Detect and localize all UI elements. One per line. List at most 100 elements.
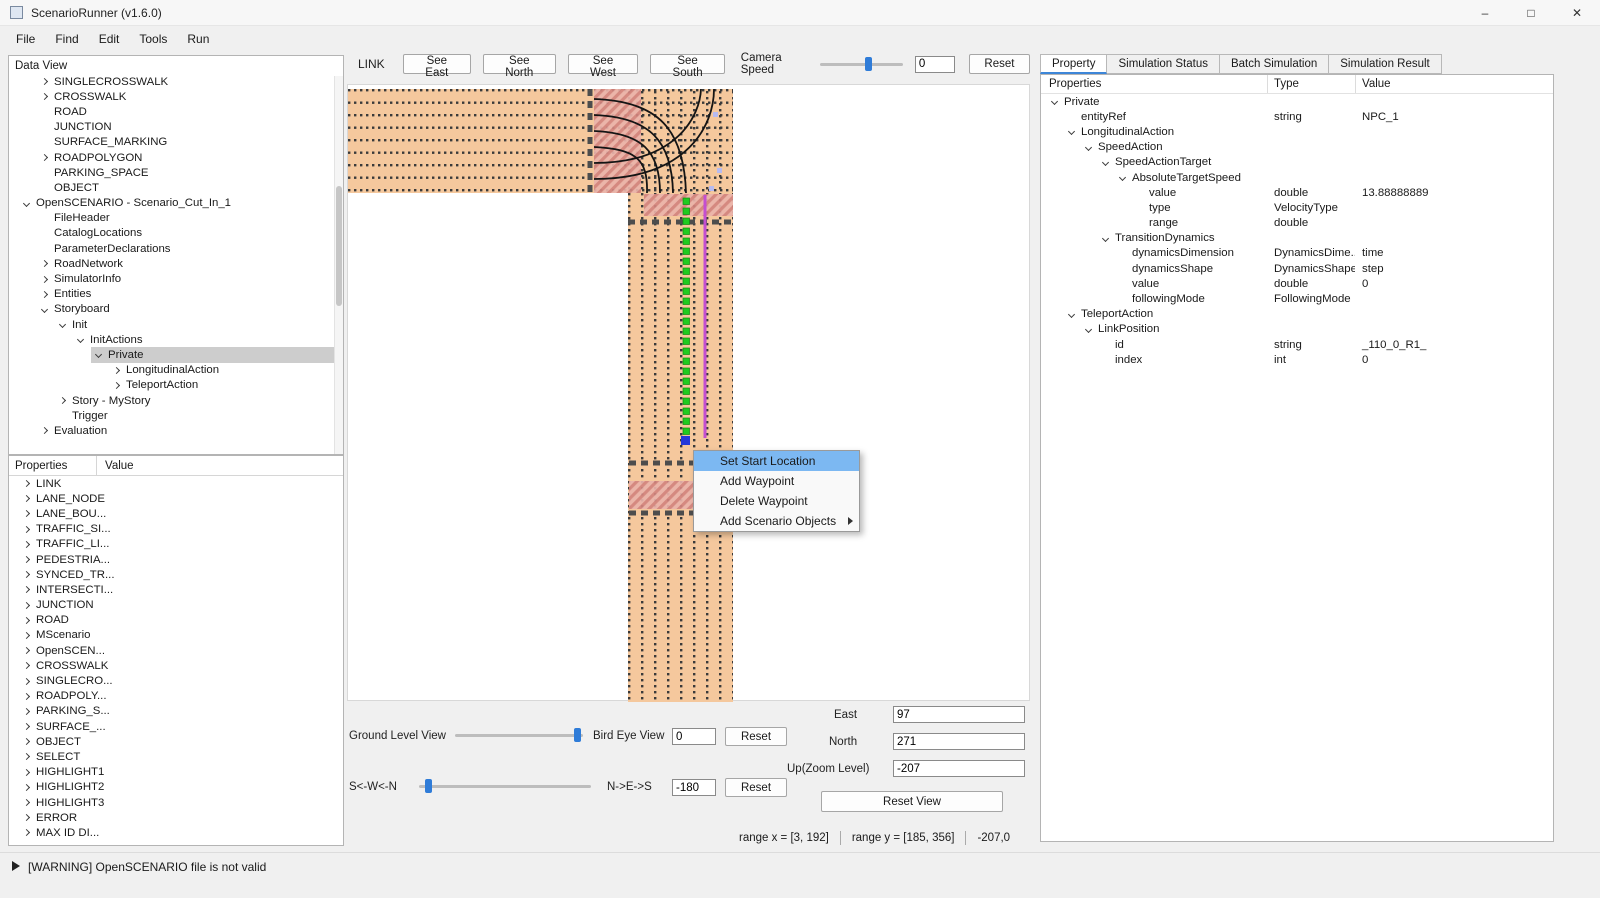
route-waypoint[interactable]	[683, 208, 690, 215]
data-view-item[interactable]: OBJECT	[9, 180, 343, 195]
left-property-item[interactable]: INTERSECTI...	[9, 582, 343, 597]
zoom-level-input[interactable]	[893, 760, 1025, 777]
route-waypoint[interactable]	[683, 358, 690, 365]
collapse-icon[interactable]	[55, 322, 70, 327]
route-waypoint[interactable]	[683, 418, 690, 425]
expand-icon[interactable]	[19, 663, 34, 668]
expand-icon[interactable]	[37, 261, 52, 266]
data-view-item[interactable]: Evaluation	[9, 423, 343, 438]
data-view-item[interactable]: PARKING_SPACE	[9, 165, 343, 180]
menu-item-file[interactable]: File	[6, 28, 45, 50]
data-view-item[interactable]: FileHeader	[9, 211, 343, 226]
data-view-item[interactable]: Private	[9, 347, 343, 362]
expand-icon[interactable]	[19, 770, 34, 775]
north-input[interactable]	[893, 733, 1025, 750]
scrollbar-thumb[interactable]	[336, 186, 342, 306]
left-property-item[interactable]: HIGHLIGHT3	[9, 795, 343, 810]
data-view-item[interactable]: Storyboard	[9, 302, 343, 317]
left-property-item[interactable]: ERROR	[9, 810, 343, 825]
see-north-button[interactable]: See North	[483, 54, 556, 74]
route-waypoint[interactable]	[683, 258, 690, 265]
expand-icon[interactable]	[19, 618, 34, 623]
maximize-button[interactable]: □	[1508, 0, 1554, 25]
bird-eye-reset-button[interactable]: Reset	[725, 727, 787, 746]
data-view-item[interactable]: LongitudinalAction	[9, 363, 343, 378]
collapse-icon[interactable]	[1081, 145, 1096, 150]
property-row[interactable]: indexint0	[1041, 352, 1553, 367]
left-property-item[interactable]: LANE_NODE	[9, 491, 343, 506]
left-property-item[interactable]: LINK	[9, 476, 343, 491]
left-property-item[interactable]: OBJECT	[9, 734, 343, 749]
left-property-item[interactable]: HIGHLIGHT1	[9, 765, 343, 780]
route-waypoint[interactable]	[683, 338, 690, 345]
route-waypoint[interactable]	[683, 218, 690, 225]
expand-icon[interactable]	[19, 587, 34, 592]
property-row[interactable]: typeVelocityType	[1041, 200, 1553, 215]
left-property-item[interactable]: SYNCED_TR...	[9, 567, 343, 582]
left-property-item[interactable]: HIGHLIGHT2	[9, 780, 343, 795]
route-waypoint[interactable]	[683, 328, 690, 335]
expand-icon[interactable]	[37, 428, 52, 433]
expand-icon[interactable]	[19, 815, 34, 820]
slider-handle[interactable]	[865, 57, 872, 71]
expand-icon[interactable]	[19, 830, 34, 835]
route-waypoint[interactable]	[683, 198, 690, 205]
route-waypoint[interactable]	[683, 408, 690, 415]
menu-item-run[interactable]: Run	[177, 28, 219, 50]
collapse-icon[interactable]	[1064, 129, 1079, 134]
left-property-item[interactable]: JUNCTION	[9, 598, 343, 613]
data-view-item[interactable]: ParameterDeclarations	[9, 241, 343, 256]
minimize-button[interactable]: –	[1462, 0, 1508, 25]
route-waypoint[interactable]	[683, 278, 690, 285]
expand-icon[interactable]	[19, 694, 34, 699]
collapse-icon[interactable]	[19, 201, 34, 206]
property-row[interactable]: AbsoluteTargetSpeed	[1041, 170, 1553, 185]
route-waypoint[interactable]	[683, 298, 690, 305]
property-row[interactable]: Private	[1041, 94, 1553, 109]
route-start-marker[interactable]	[681, 436, 690, 445]
property-row[interactable]: rangedouble	[1041, 216, 1553, 231]
route-waypoint[interactable]	[683, 268, 690, 275]
expand-icon[interactable]	[19, 679, 34, 684]
collapse-icon[interactable]	[1047, 99, 1062, 104]
property-row[interactable]: idstring_110_0_R1_	[1041, 337, 1553, 352]
rotation-input[interactable]	[672, 779, 716, 796]
expand-icon[interactable]	[19, 709, 34, 714]
menu-item-tools[interactable]: Tools	[129, 28, 177, 50]
property-row[interactable]: followingModeFollowingMode	[1041, 291, 1553, 306]
expand-icon[interactable]	[19, 481, 34, 486]
tab-simulation-status[interactable]: Simulation Status	[1107, 54, 1220, 74]
expand-icon[interactable]	[19, 542, 34, 547]
expand-icon[interactable]	[19, 739, 34, 744]
collapse-icon[interactable]	[37, 307, 52, 312]
expand-icon[interactable]	[19, 527, 34, 532]
expand-icon[interactable]	[37, 79, 52, 84]
collapse-icon[interactable]	[73, 337, 88, 342]
data-view-item[interactable]: SimulatorInfo	[9, 271, 343, 286]
left-property-item[interactable]: SELECT	[9, 749, 343, 764]
expand-icon[interactable]	[19, 603, 34, 608]
property-row[interactable]: SpeedAction	[1041, 140, 1553, 155]
context-menu-item[interactable]: Add Scenario Objects	[694, 511, 859, 531]
data-view-item[interactable]: Entities	[9, 287, 343, 302]
property-row[interactable]: TeleportAction	[1041, 307, 1553, 322]
data-view-item[interactable]: Story - MyStory	[9, 393, 343, 408]
left-property-item[interactable]: ROADPOLY...	[9, 689, 343, 704]
data-view-item[interactable]: TeleportAction	[9, 378, 343, 393]
close-button[interactable]: ✕	[1554, 0, 1600, 25]
left-property-item[interactable]: ROAD	[9, 613, 343, 628]
expand-icon[interactable]	[19, 572, 34, 577]
left-property-item[interactable]: CROSSWALK	[9, 658, 343, 673]
slider-handle[interactable]	[425, 779, 432, 793]
expand-icon[interactable]	[19, 557, 34, 562]
expand-icon[interactable]	[19, 496, 34, 501]
camera-speed-slider[interactable]	[820, 56, 903, 72]
expand-icon[interactable]	[37, 94, 52, 99]
camera-speed-reset-button[interactable]: Reset	[969, 54, 1030, 74]
route-waypoint[interactable]	[683, 248, 690, 255]
data-view-scrollbar[interactable]	[334, 76, 343, 454]
see-east-button[interactable]: See East	[403, 54, 471, 74]
map-canvas[interactable]	[348, 85, 1031, 702]
left-property-item[interactable]: TRAFFIC_SI...	[9, 522, 343, 537]
route-waypoint[interactable]	[683, 238, 690, 245]
